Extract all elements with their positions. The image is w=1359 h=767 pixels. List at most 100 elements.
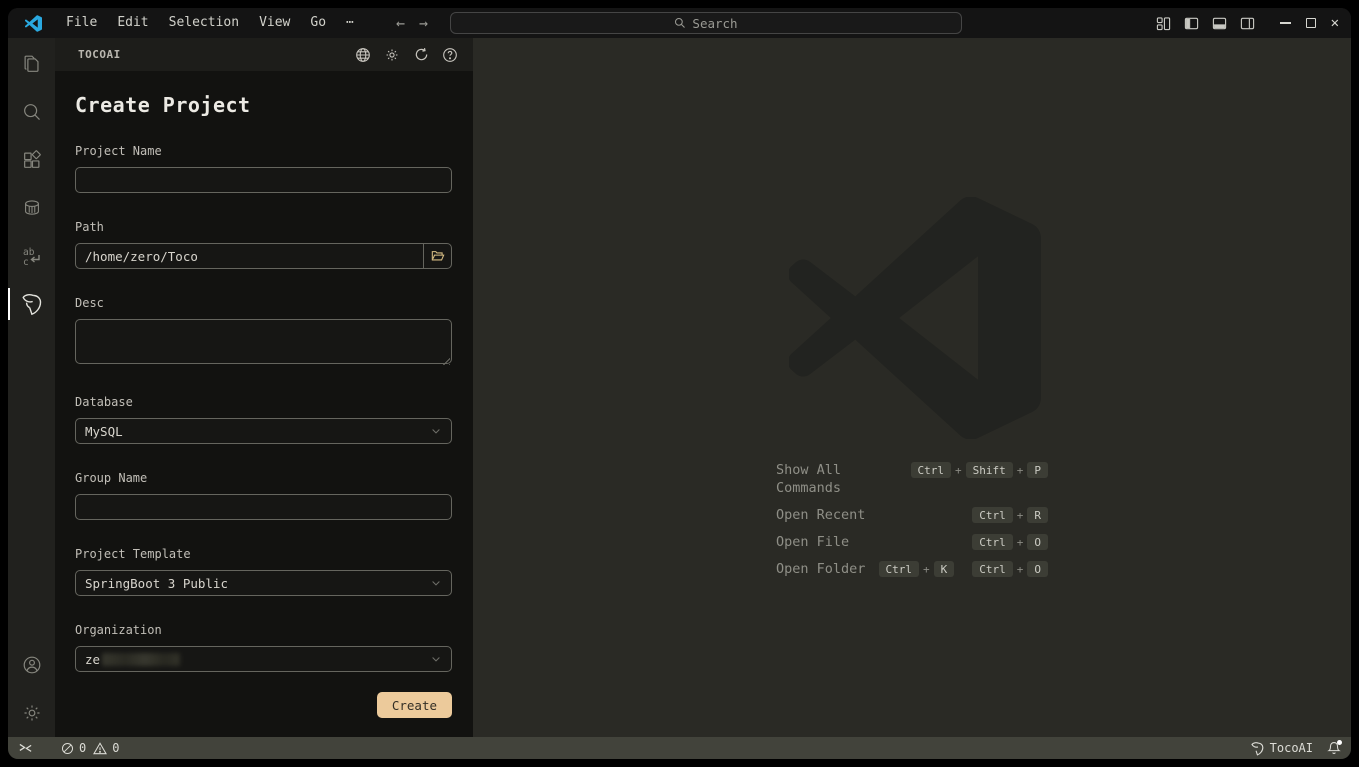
menu-file[interactable]: File bbox=[56, 8, 107, 38]
command-center-search[interactable]: Search bbox=[450, 12, 962, 34]
settings-gear-icon[interactable] bbox=[8, 689, 55, 737]
titlebar: File Edit Selection View Go ⋯ ← → Search bbox=[8, 8, 1351, 38]
vscode-watermark-icon bbox=[789, 197, 1041, 439]
kbd-key: O bbox=[1027, 534, 1048, 550]
kbd-key: Ctrl bbox=[879, 561, 920, 577]
close-button[interactable]: ✕ bbox=[1331, 15, 1339, 31]
menubar: File Edit Selection View Go ⋯ bbox=[56, 8, 364, 38]
shortcut-row: Open File Ctrl + O bbox=[776, 533, 1048, 551]
plus-sign: + bbox=[1017, 563, 1024, 576]
globe-icon[interactable] bbox=[354, 46, 372, 64]
plus-sign: + bbox=[923, 563, 930, 576]
editor-area: Show All Commands Ctrl + Shift + P Open … bbox=[473, 38, 1351, 737]
page-title: Create Project bbox=[75, 93, 452, 117]
shortcut-label: Open Recent bbox=[776, 506, 888, 524]
kbd-key: Ctrl bbox=[911, 462, 952, 478]
search-placeholder: Search bbox=[692, 16, 737, 31]
menu-view[interactable]: View bbox=[249, 8, 300, 38]
desc-label: Desc bbox=[75, 296, 452, 310]
tocoai-bird-icon[interactable] bbox=[8, 280, 55, 328]
project-template-value: SpringBoot 3 Public bbox=[85, 576, 228, 591]
kbd-key: P bbox=[1027, 462, 1048, 478]
kbd-key: Ctrl bbox=[972, 561, 1013, 577]
errors-indicator[interactable]: 0 bbox=[61, 741, 86, 755]
status-bar: 0 0 TocoAI bbox=[8, 737, 1351, 759]
notifications-bell[interactable] bbox=[1327, 741, 1341, 755]
vscode-logo-icon bbox=[24, 14, 42, 32]
screen: File Edit Selection View Go ⋯ ← → Search bbox=[0, 0, 1359, 767]
chevron-down-icon bbox=[430, 425, 442, 437]
error-icon bbox=[61, 742, 74, 755]
group-name-input[interactable] bbox=[75, 494, 452, 520]
search-icon bbox=[674, 17, 686, 29]
redacted-text bbox=[102, 653, 180, 666]
path-label: Path bbox=[75, 220, 452, 234]
toggle-secondary-sidebar-icon[interactable] bbox=[1240, 16, 1255, 31]
warning-icon bbox=[93, 742, 107, 755]
account-icon[interactable] bbox=[8, 641, 55, 689]
extensions-icon[interactable] bbox=[8, 136, 55, 184]
help-icon[interactable] bbox=[441, 46, 459, 64]
create-project-panel: Create Project Project Name Path bbox=[55, 71, 473, 737]
shortcut-label: Open Folder bbox=[776, 560, 879, 578]
create-button[interactable]: Create bbox=[377, 692, 452, 718]
shortcut-row: Open Folder Ctrl + K Ctrl + O bbox=[776, 560, 1048, 578]
tocoai-status-label: TocoAI bbox=[1270, 741, 1313, 755]
menu-go[interactable]: Go bbox=[300, 8, 336, 38]
chevron-down-icon bbox=[430, 577, 442, 589]
browse-folder-button[interactable] bbox=[423, 243, 452, 269]
database-label: Database bbox=[75, 395, 452, 409]
kbd-key: R bbox=[1027, 507, 1048, 523]
warning-count: 0 bbox=[112, 741, 119, 755]
group-name-label: Group Name bbox=[75, 471, 452, 485]
menu-edit[interactable]: Edit bbox=[107, 8, 158, 38]
folder-icon bbox=[431, 249, 445, 263]
menu-more[interactable]: ⋯ bbox=[336, 8, 364, 38]
customize-layout-icon[interactable] bbox=[1156, 16, 1171, 31]
project-name-label: Project Name bbox=[75, 144, 452, 158]
minimize-button[interactable] bbox=[1280, 22, 1291, 24]
tocoai-status-item[interactable]: TocoAI bbox=[1250, 741, 1313, 756]
search-view-icon[interactable] bbox=[8, 88, 55, 136]
notification-dot bbox=[1337, 740, 1342, 745]
kbd-key: Ctrl bbox=[972, 507, 1013, 523]
toggle-primary-sidebar-icon[interactable] bbox=[1184, 16, 1199, 31]
database-value: MySQL bbox=[85, 424, 123, 439]
project-name-input[interactable] bbox=[75, 167, 452, 193]
shortcut-label: Show All Commands bbox=[776, 461, 888, 497]
activity-bar: ab c bbox=[8, 38, 55, 737]
maximize-button[interactable] bbox=[1306, 18, 1316, 28]
sidebar-header: TOCOAI bbox=[55, 38, 473, 71]
warnings-indicator[interactable]: 0 bbox=[93, 741, 119, 755]
toggle-panel-icon[interactable] bbox=[1212, 16, 1227, 31]
organization-label: Organization bbox=[75, 623, 452, 637]
error-count: 0 bbox=[79, 741, 86, 755]
back-arrow-icon[interactable]: ← bbox=[396, 14, 405, 32]
watermark-shortcuts: Show All Commands Ctrl + Shift + P Open … bbox=[776, 461, 1048, 578]
refresh-icon[interactable] bbox=[412, 46, 430, 64]
shortcut-row: Show All Commands Ctrl + Shift + P bbox=[776, 461, 1048, 497]
plus-sign: + bbox=[1017, 509, 1024, 522]
vscode-window: File Edit Selection View Go ⋯ ← → Search bbox=[8, 8, 1351, 759]
menu-selection[interactable]: Selection bbox=[159, 8, 249, 38]
desc-textarea[interactable] bbox=[75, 319, 452, 364]
snippet-abc-icon[interactable]: ab c bbox=[8, 232, 55, 280]
plus-sign: + bbox=[1017, 536, 1024, 549]
panel-settings-gear-icon[interactable] bbox=[383, 46, 401, 64]
kbd-key: K bbox=[934, 561, 955, 577]
explorer-icon[interactable] bbox=[8, 40, 55, 88]
organization-value: ze bbox=[85, 652, 100, 667]
sidebar: TOCOAI bbox=[55, 38, 473, 737]
plus-sign: + bbox=[955, 464, 962, 477]
remote-indicator[interactable] bbox=[18, 741, 33, 755]
database-select[interactable]: MySQL bbox=[75, 418, 452, 444]
organization-select[interactable]: ze bbox=[75, 646, 452, 672]
path-input[interactable] bbox=[75, 243, 423, 269]
project-template-select[interactable]: SpringBoot 3 Public bbox=[75, 570, 452, 596]
svg-text:c: c bbox=[23, 257, 29, 268]
shortcut-label: Open File bbox=[776, 533, 888, 551]
project-template-label: Project Template bbox=[75, 547, 452, 561]
container-icon[interactable] bbox=[8, 184, 55, 232]
forward-arrow-icon[interactable]: → bbox=[419, 14, 428, 32]
sidebar-title: TOCOAI bbox=[78, 48, 121, 61]
